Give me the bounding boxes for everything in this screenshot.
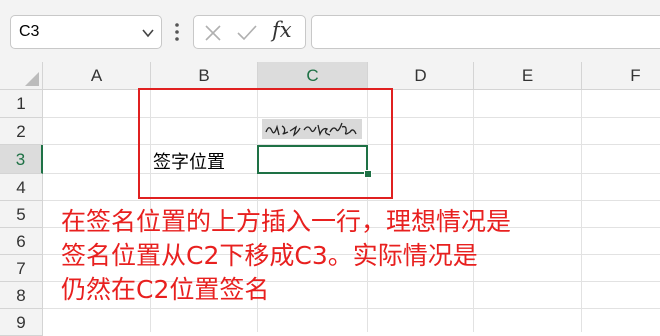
annotation-line-2: 签名位置从C2下移成C3。实际情况是 (61, 241, 478, 270)
formula-buttons: fx (193, 15, 306, 49)
highlight-box (138, 88, 393, 199)
annotation-line-1: 在签名位置的上方插入一行，理想情况是 (61, 207, 512, 236)
select-all-button[interactable] (0, 62, 43, 90)
column-header-e[interactable]: E (474, 62, 582, 90)
column-header-d[interactable]: D (368, 62, 474, 90)
row-header-1[interactable]: 1 (0, 90, 43, 118)
row-header-6[interactable]: 6 (0, 228, 43, 255)
insert-function-button[interactable]: fx (272, 18, 292, 42)
chevron-down-icon[interactable] (141, 26, 155, 40)
row-header-5[interactable]: 5 (0, 201, 43, 228)
x-icon[interactable] (204, 24, 222, 42)
formula-input[interactable] (311, 15, 660, 49)
select-all-triangle (25, 72, 39, 86)
row-header-8[interactable]: 8 (0, 282, 43, 309)
row-header-4[interactable]: 4 (0, 174, 43, 201)
check-icon[interactable] (236, 24, 258, 42)
row-header-7[interactable]: 7 (0, 255, 43, 282)
name-box[interactable]: C3 (10, 15, 162, 49)
row-header-2[interactable]: 2 (0, 118, 43, 145)
row-header-3[interactable]: 3 (0, 145, 43, 174)
vertical-dots-icon[interactable] (171, 20, 183, 44)
gridline-h (43, 200, 660, 201)
column-header-b[interactable]: B (151, 62, 258, 90)
column-header-a[interactable]: A (43, 62, 151, 90)
column-header-f[interactable]: F (582, 62, 660, 90)
name-box-value[interactable]: C3 (19, 23, 39, 41)
gridline-h (43, 308, 660, 309)
formula-bar-area: C3 fx (0, 0, 660, 62)
column-header-c[interactable]: C (258, 62, 368, 90)
annotation-line-3: 仍然在C2位置签名 (61, 275, 270, 304)
